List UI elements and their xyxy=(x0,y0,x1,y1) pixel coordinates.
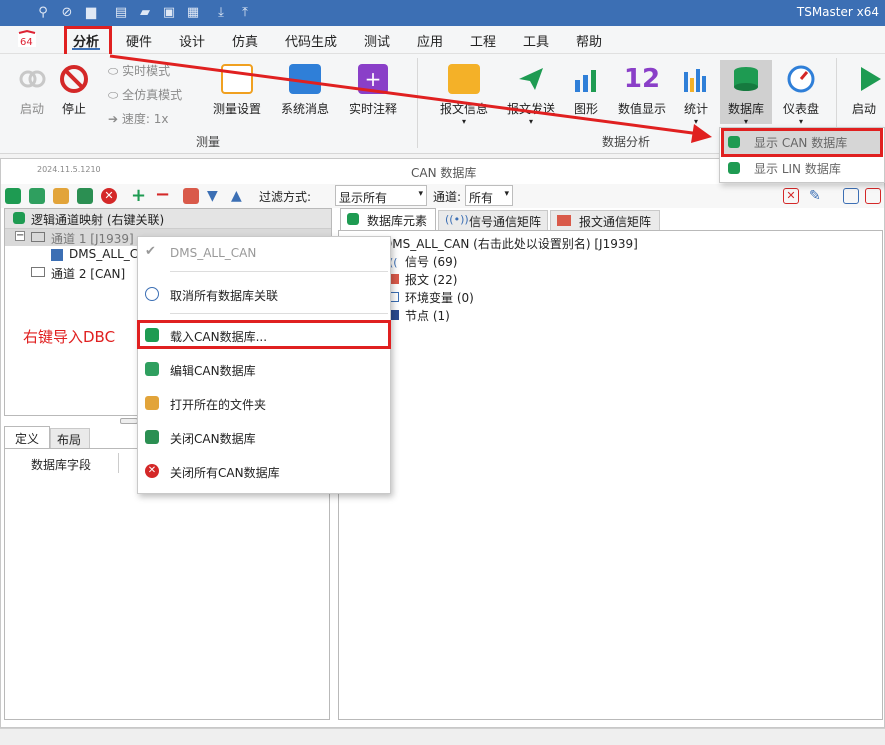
annotation-arrow xyxy=(109,54,712,143)
status-bar xyxy=(0,728,885,745)
